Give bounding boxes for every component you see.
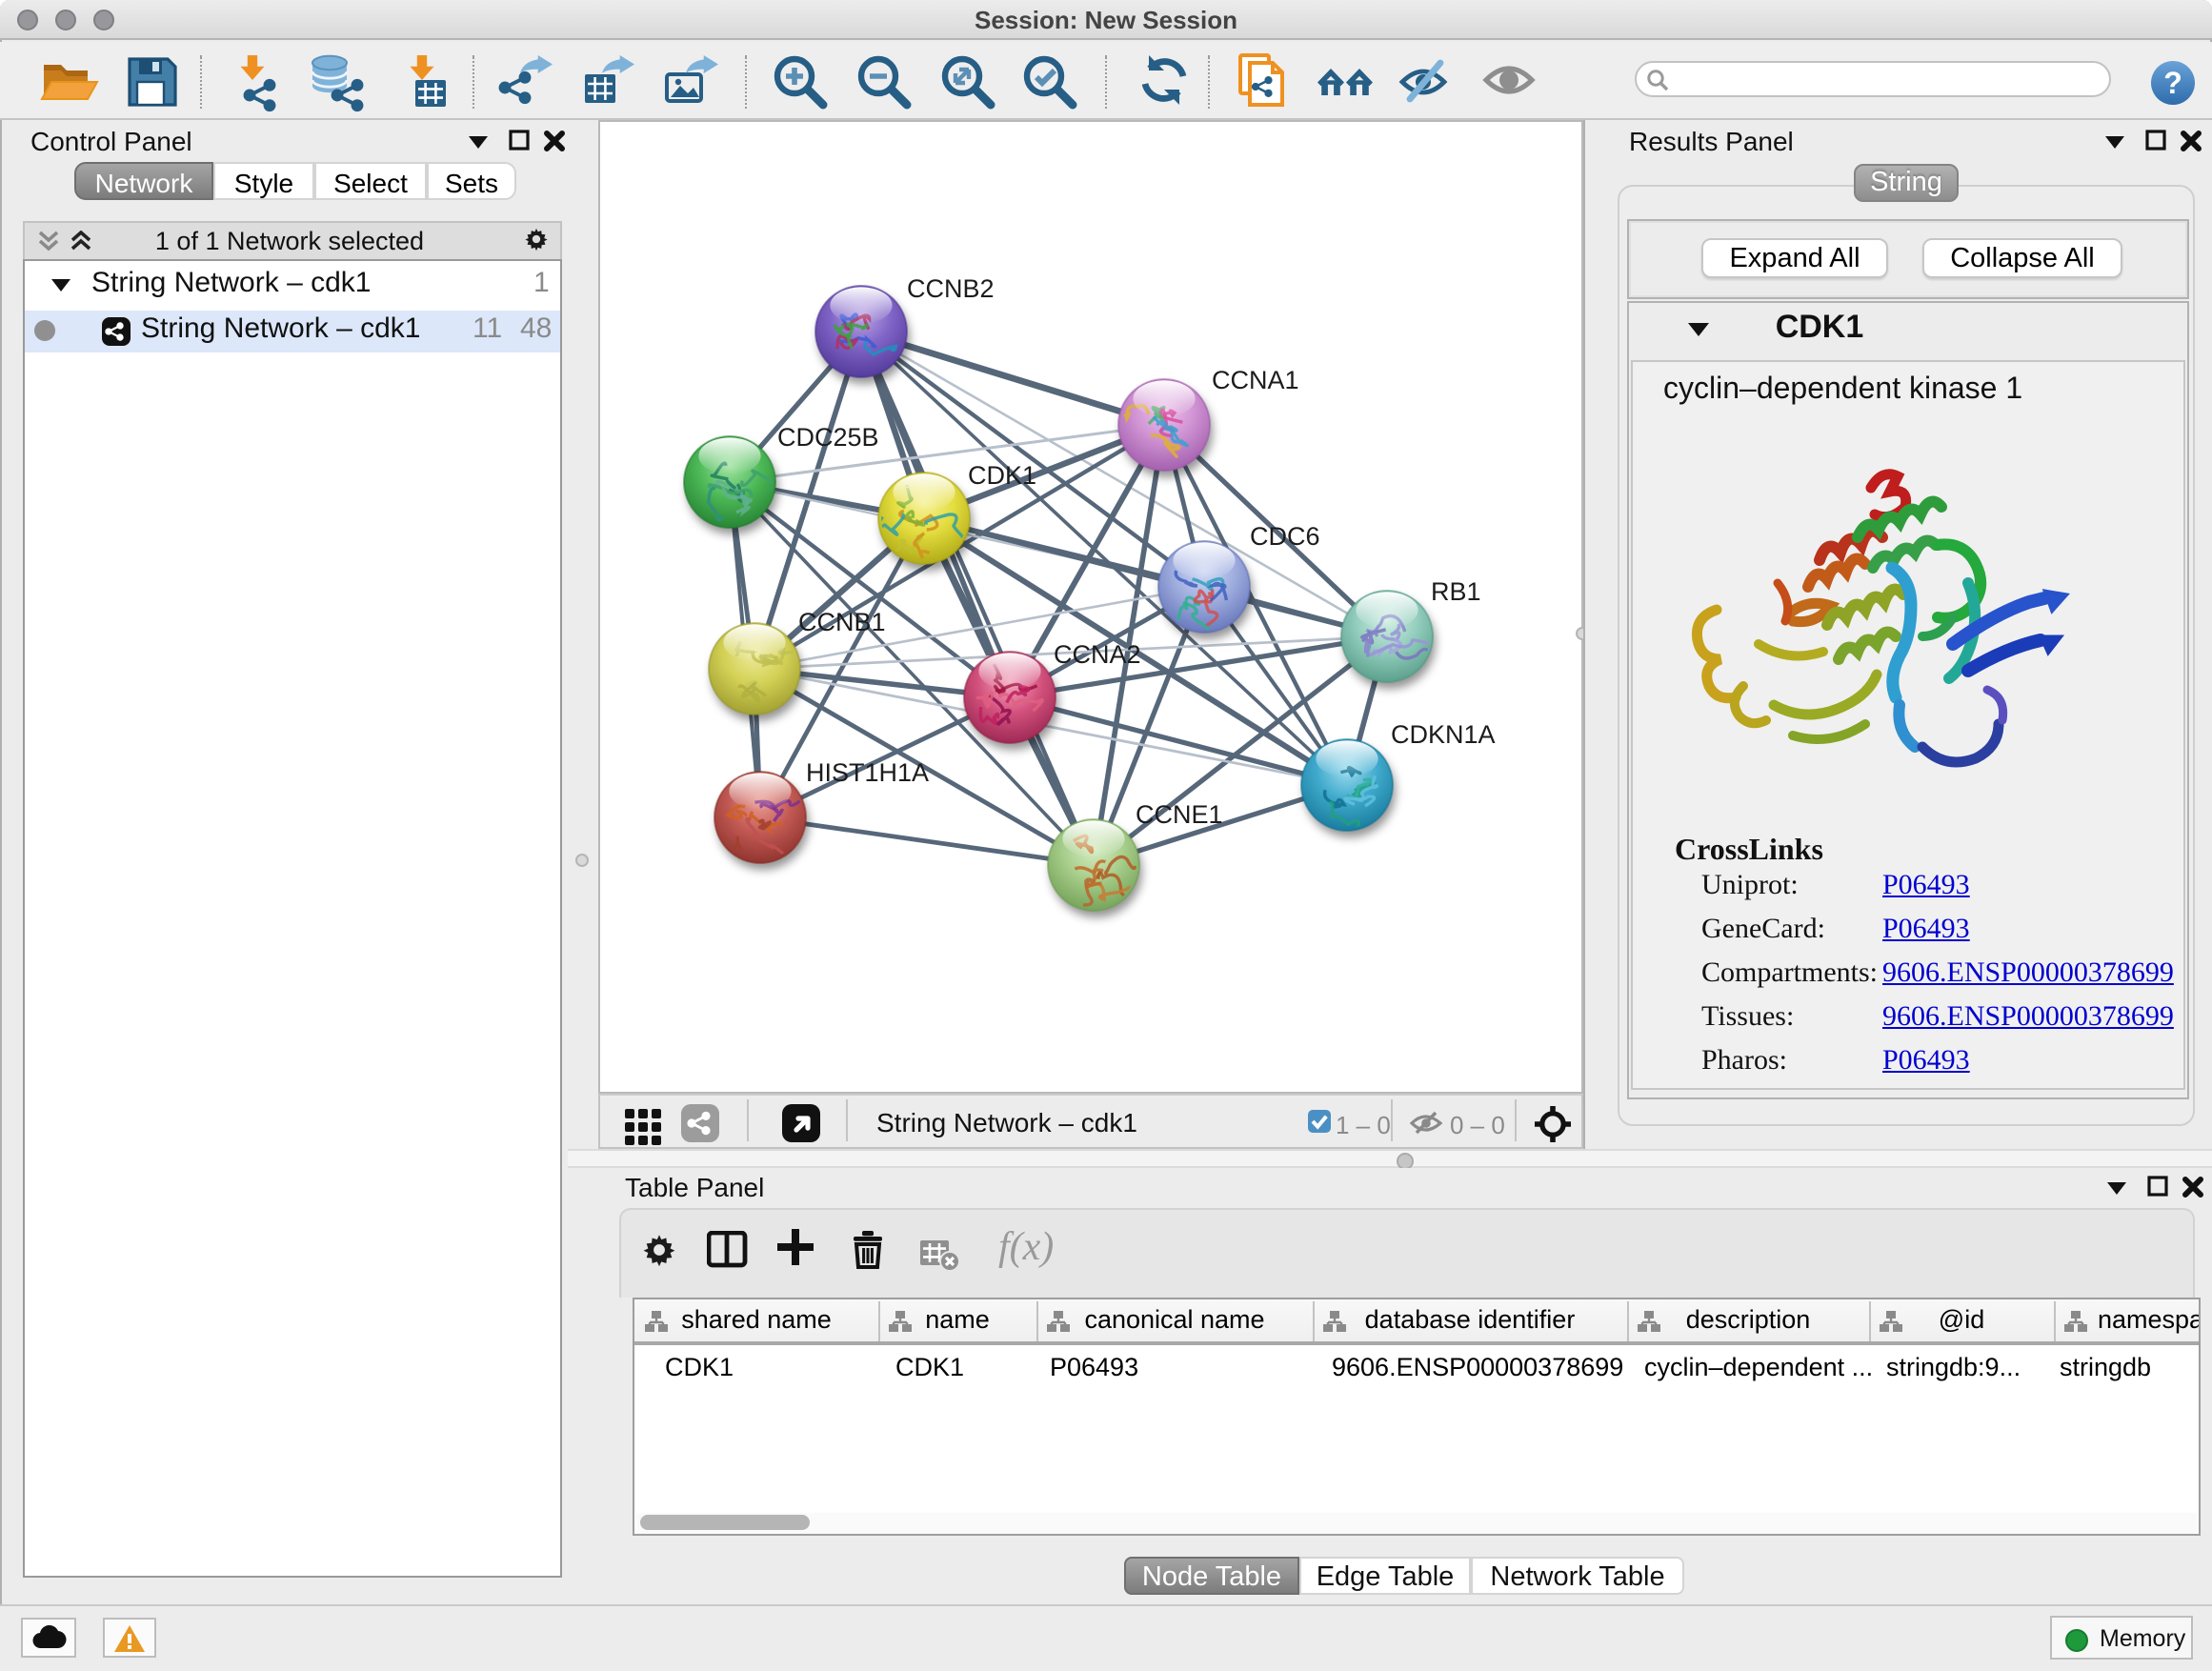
svg-text:CDC25B: CDC25B xyxy=(777,423,879,452)
svg-text:CDKN1A: CDKN1A xyxy=(1391,720,1496,749)
svg-text:CDK1: CDK1 xyxy=(968,461,1036,490)
svg-text:CCNB1: CCNB1 xyxy=(798,608,886,636)
svg-text:HIST1H1A: HIST1H1A xyxy=(806,758,929,787)
svg-text:?: ? xyxy=(2163,66,2182,100)
svg-text:CCNE1: CCNE1 xyxy=(1136,800,1223,829)
svg-text:CCNB2: CCNB2 xyxy=(907,274,995,303)
svg-text:CCNA1: CCNA1 xyxy=(1212,366,1299,394)
svg-text:CCNA2: CCNA2 xyxy=(1054,640,1141,669)
svg-text:RB1: RB1 xyxy=(1431,577,1481,606)
svg-text:CDC6: CDC6 xyxy=(1250,522,1320,551)
